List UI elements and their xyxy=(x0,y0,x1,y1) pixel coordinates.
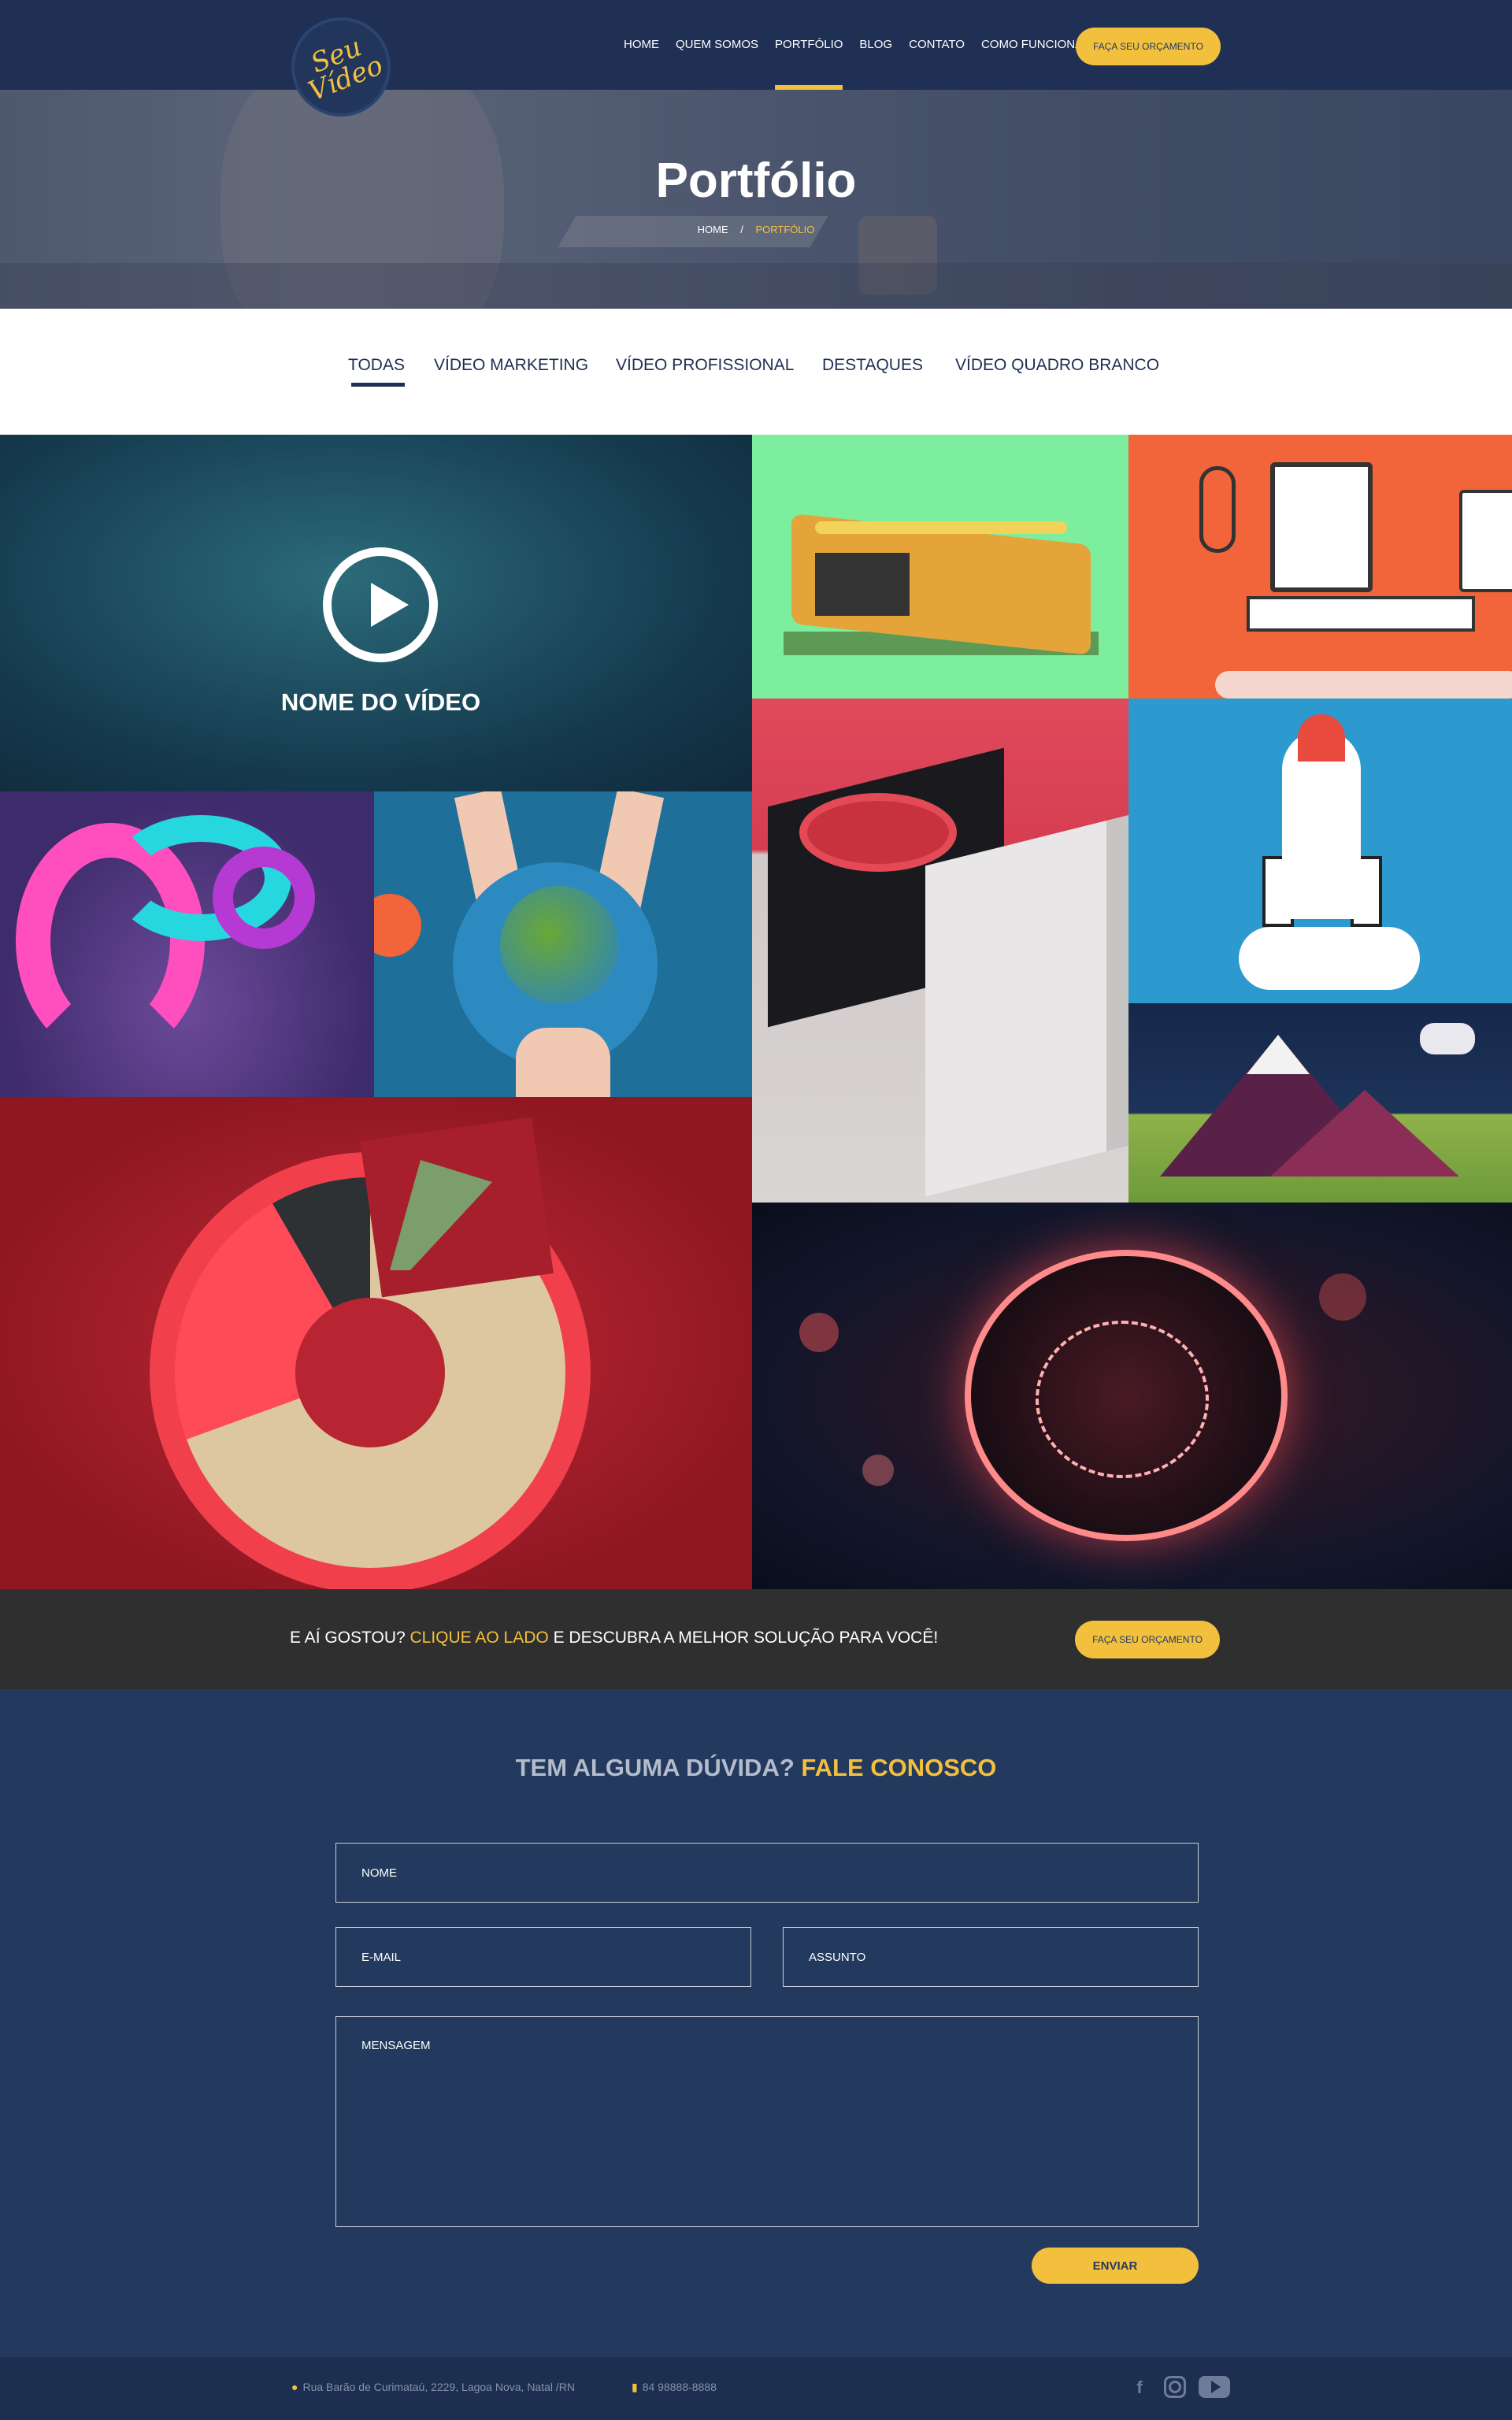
portfolio-item-bus[interactable] xyxy=(752,435,1128,699)
cta-text-after: E DESCUBRA A MELHOR SOLUÇÃO PARA VOCÊ! xyxy=(548,1629,939,1647)
cta-text: E AÍ GOSTOU? CLIQUE AO LADO E DESCUBRA A… xyxy=(290,1629,938,1647)
portfolio-item-donut-chart[interactable] xyxy=(0,1097,752,1589)
contact-section: TEM ALGUMA DÚVIDA? FALE CONOSCO ENVIAR xyxy=(0,1689,1512,2357)
message-field[interactable] xyxy=(335,2016,1199,2227)
contact-title-highlight: FALE CONOSCO xyxy=(801,1754,997,1781)
footer-phone: ▮ 84 98888-8888 xyxy=(632,2381,717,2394)
breadcrumb-current: PORTFÓLIO xyxy=(755,224,815,235)
logo-text: Seu Vídeo xyxy=(304,31,387,108)
breadcrumb-home[interactable]: HOME xyxy=(698,224,728,235)
send-button[interactable]: ENVIAR xyxy=(1032,2248,1199,2284)
play-circle-icon[interactable] xyxy=(323,547,438,662)
mountain-secondary xyxy=(1270,1090,1459,1177)
cta-quote-button[interactable]: FAÇA SEU ORÇAMENTO xyxy=(1075,1621,1220,1658)
tab-video-quadro-branco[interactable]: VÍDEO QUADRO BRANCO xyxy=(955,356,1159,375)
portfolio-item-earth-hands[interactable] xyxy=(374,791,752,1097)
smoke-cloud xyxy=(1239,927,1420,990)
tab-video-profissional[interactable]: VÍDEO PROFISSIONAL xyxy=(616,356,794,375)
site-header: Seu Vídeo HOME QUEM SOMOS PORTFÓLIO BLOG… xyxy=(0,0,1512,117)
earth-globe-illustration xyxy=(500,886,618,1004)
cta-text-before: E AÍ GOSTOU? xyxy=(290,1629,410,1647)
portfolio-item-tech-ball[interactable] xyxy=(752,1203,1512,1589)
portfolio-filters: TODAS VÍDEO MARKETING VÍDEO PROFISSIONAL… xyxy=(0,309,1512,435)
location-pin-icon: ● xyxy=(291,2381,298,2393)
contact-title: TEM ALGUMA DÚVIDA? FALE CONOSCO xyxy=(0,1754,1512,1782)
skull-bubble-icon xyxy=(374,894,421,957)
nav-como-funciona[interactable]: COMO FUNCIONA xyxy=(981,0,1083,90)
notebook-illustration xyxy=(1270,462,1373,592)
portfolio-item-featured-video[interactable]: NOME DO VÍDEO xyxy=(0,435,752,791)
tab-todas[interactable]: TODAS xyxy=(348,356,405,387)
breadcrumb: HOME / PORTFÓLIO xyxy=(0,224,1512,235)
bus-window xyxy=(815,553,910,616)
youtube-icon[interactable] xyxy=(1199,2376,1230,2398)
cta-bar: E AÍ GOSTOU? CLIQUE AO LADO E DESCUBRA A… xyxy=(0,1589,1512,1689)
red-ring-shape xyxy=(799,793,957,872)
rocket-tip xyxy=(1298,714,1345,762)
video-title: NOME DO VÍDEO xyxy=(280,688,481,716)
portfolio-item-mountain[interactable] xyxy=(1128,1003,1512,1203)
tech-ball-pattern xyxy=(1036,1321,1209,1478)
tab-destaques[interactable]: DESTAQUES xyxy=(822,356,923,375)
nav-quem-somos[interactable]: QUEM SOMOS xyxy=(676,0,758,90)
phone-text: 84 98888-8888 xyxy=(642,2381,717,2393)
surfboard-illustration xyxy=(815,521,1067,534)
portfolio-item-rocket[interactable] xyxy=(1128,699,1512,1003)
breadcrumb-separator: / xyxy=(740,224,743,235)
bokeh-light xyxy=(862,1455,894,1486)
donut-hole xyxy=(295,1298,445,1447)
snow-peak xyxy=(1247,1035,1310,1074)
ruler-illustration xyxy=(1247,596,1475,632)
tab-video-marketing[interactable]: VÍDEO MARKETING xyxy=(434,356,588,375)
name-field[interactable] xyxy=(335,1843,1199,1903)
hands-bottom-illustration xyxy=(516,1028,610,1097)
email-field[interactable] xyxy=(335,1927,751,1987)
portfolio-item-cubes[interactable] xyxy=(752,699,1128,1203)
page-hero: Portfólio HOME / PORTFÓLIO xyxy=(0,90,1512,309)
cta-text-highlight: CLIQUE AO LADO xyxy=(410,1629,549,1647)
purple-ring-shape xyxy=(213,847,315,949)
site-footer: ● Rua Barão de Curimataú, 2229, Lagoa Nov… xyxy=(0,2357,1512,2420)
facebook-icon[interactable]: f xyxy=(1128,2376,1151,2400)
contact-title-before: TEM ALGUMA DÚVIDA? xyxy=(515,1754,802,1781)
paperclip-illustration xyxy=(1199,466,1236,553)
bokeh-light xyxy=(799,1313,839,1352)
address-text: Rua Barão de Curimataú, 2229, Lagoa Nova… xyxy=(302,2381,575,2393)
nav-portfolio[interactable]: PORTFÓLIO xyxy=(775,0,843,90)
supplies-strip xyxy=(1215,671,1512,699)
header-quote-button[interactable]: FAÇA SEU ORÇAMENTO xyxy=(1076,28,1221,65)
portfolio-item-office-supplies[interactable] xyxy=(1128,435,1512,699)
nav-home[interactable]: HOME xyxy=(624,0,659,90)
instagram-icon[interactable] xyxy=(1164,2376,1186,2398)
portfolio-item-abstract-shapes[interactable] xyxy=(0,791,374,1097)
nav-contato[interactable]: CONTATO xyxy=(909,0,965,90)
page-title: Portfólio xyxy=(655,154,857,208)
nav-blog[interactable]: BLOG xyxy=(859,0,892,90)
cloud-icon xyxy=(1420,1023,1475,1054)
bokeh-light xyxy=(1319,1273,1366,1321)
main-nav: HOME QUEM SOMOS PORTFÓLIO BLOG CONTATO C… xyxy=(624,0,1099,90)
calculator-illustration xyxy=(1459,490,1512,592)
site-logo[interactable]: Seu Vídeo xyxy=(291,17,391,117)
white-cube-shape xyxy=(925,814,1128,1197)
social-links: f xyxy=(1128,2376,1230,2400)
portfolio-grid: NOME DO VÍDEO xyxy=(0,435,1512,1589)
subject-field[interactable] xyxy=(783,1927,1199,1987)
footer-address: ● Rua Barão de Curimataú, 2229, Lagoa Nov… xyxy=(291,2381,575,2393)
phone-icon: ▮ xyxy=(632,2381,638,2393)
